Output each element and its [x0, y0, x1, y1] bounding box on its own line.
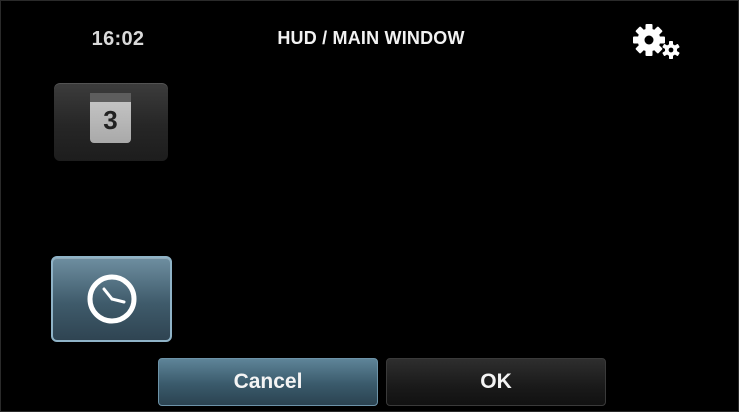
ok-button[interactable]: OK: [386, 358, 606, 406]
window-title: HUD / MAIN WINDOW: [277, 28, 465, 48]
settings-button[interactable]: [631, 21, 685, 61]
cancel-button[interactable]: Cancel: [158, 358, 378, 406]
clock-button[interactable]: [51, 256, 172, 342]
clock-time: 16:02: [91, 28, 145, 50]
channel-number-button[interactable]: 3: [54, 83, 168, 161]
channel-number: 3: [103, 105, 118, 135]
number-card-clip: [90, 93, 131, 102]
hud-main-window: 16:02 HUD / MAIN WINDOW 3 Cancel OK: [0, 0, 739, 412]
number-card: 3: [90, 93, 131, 143]
gears-icon: [633, 24, 680, 59]
clock-icon: [87, 274, 137, 324]
